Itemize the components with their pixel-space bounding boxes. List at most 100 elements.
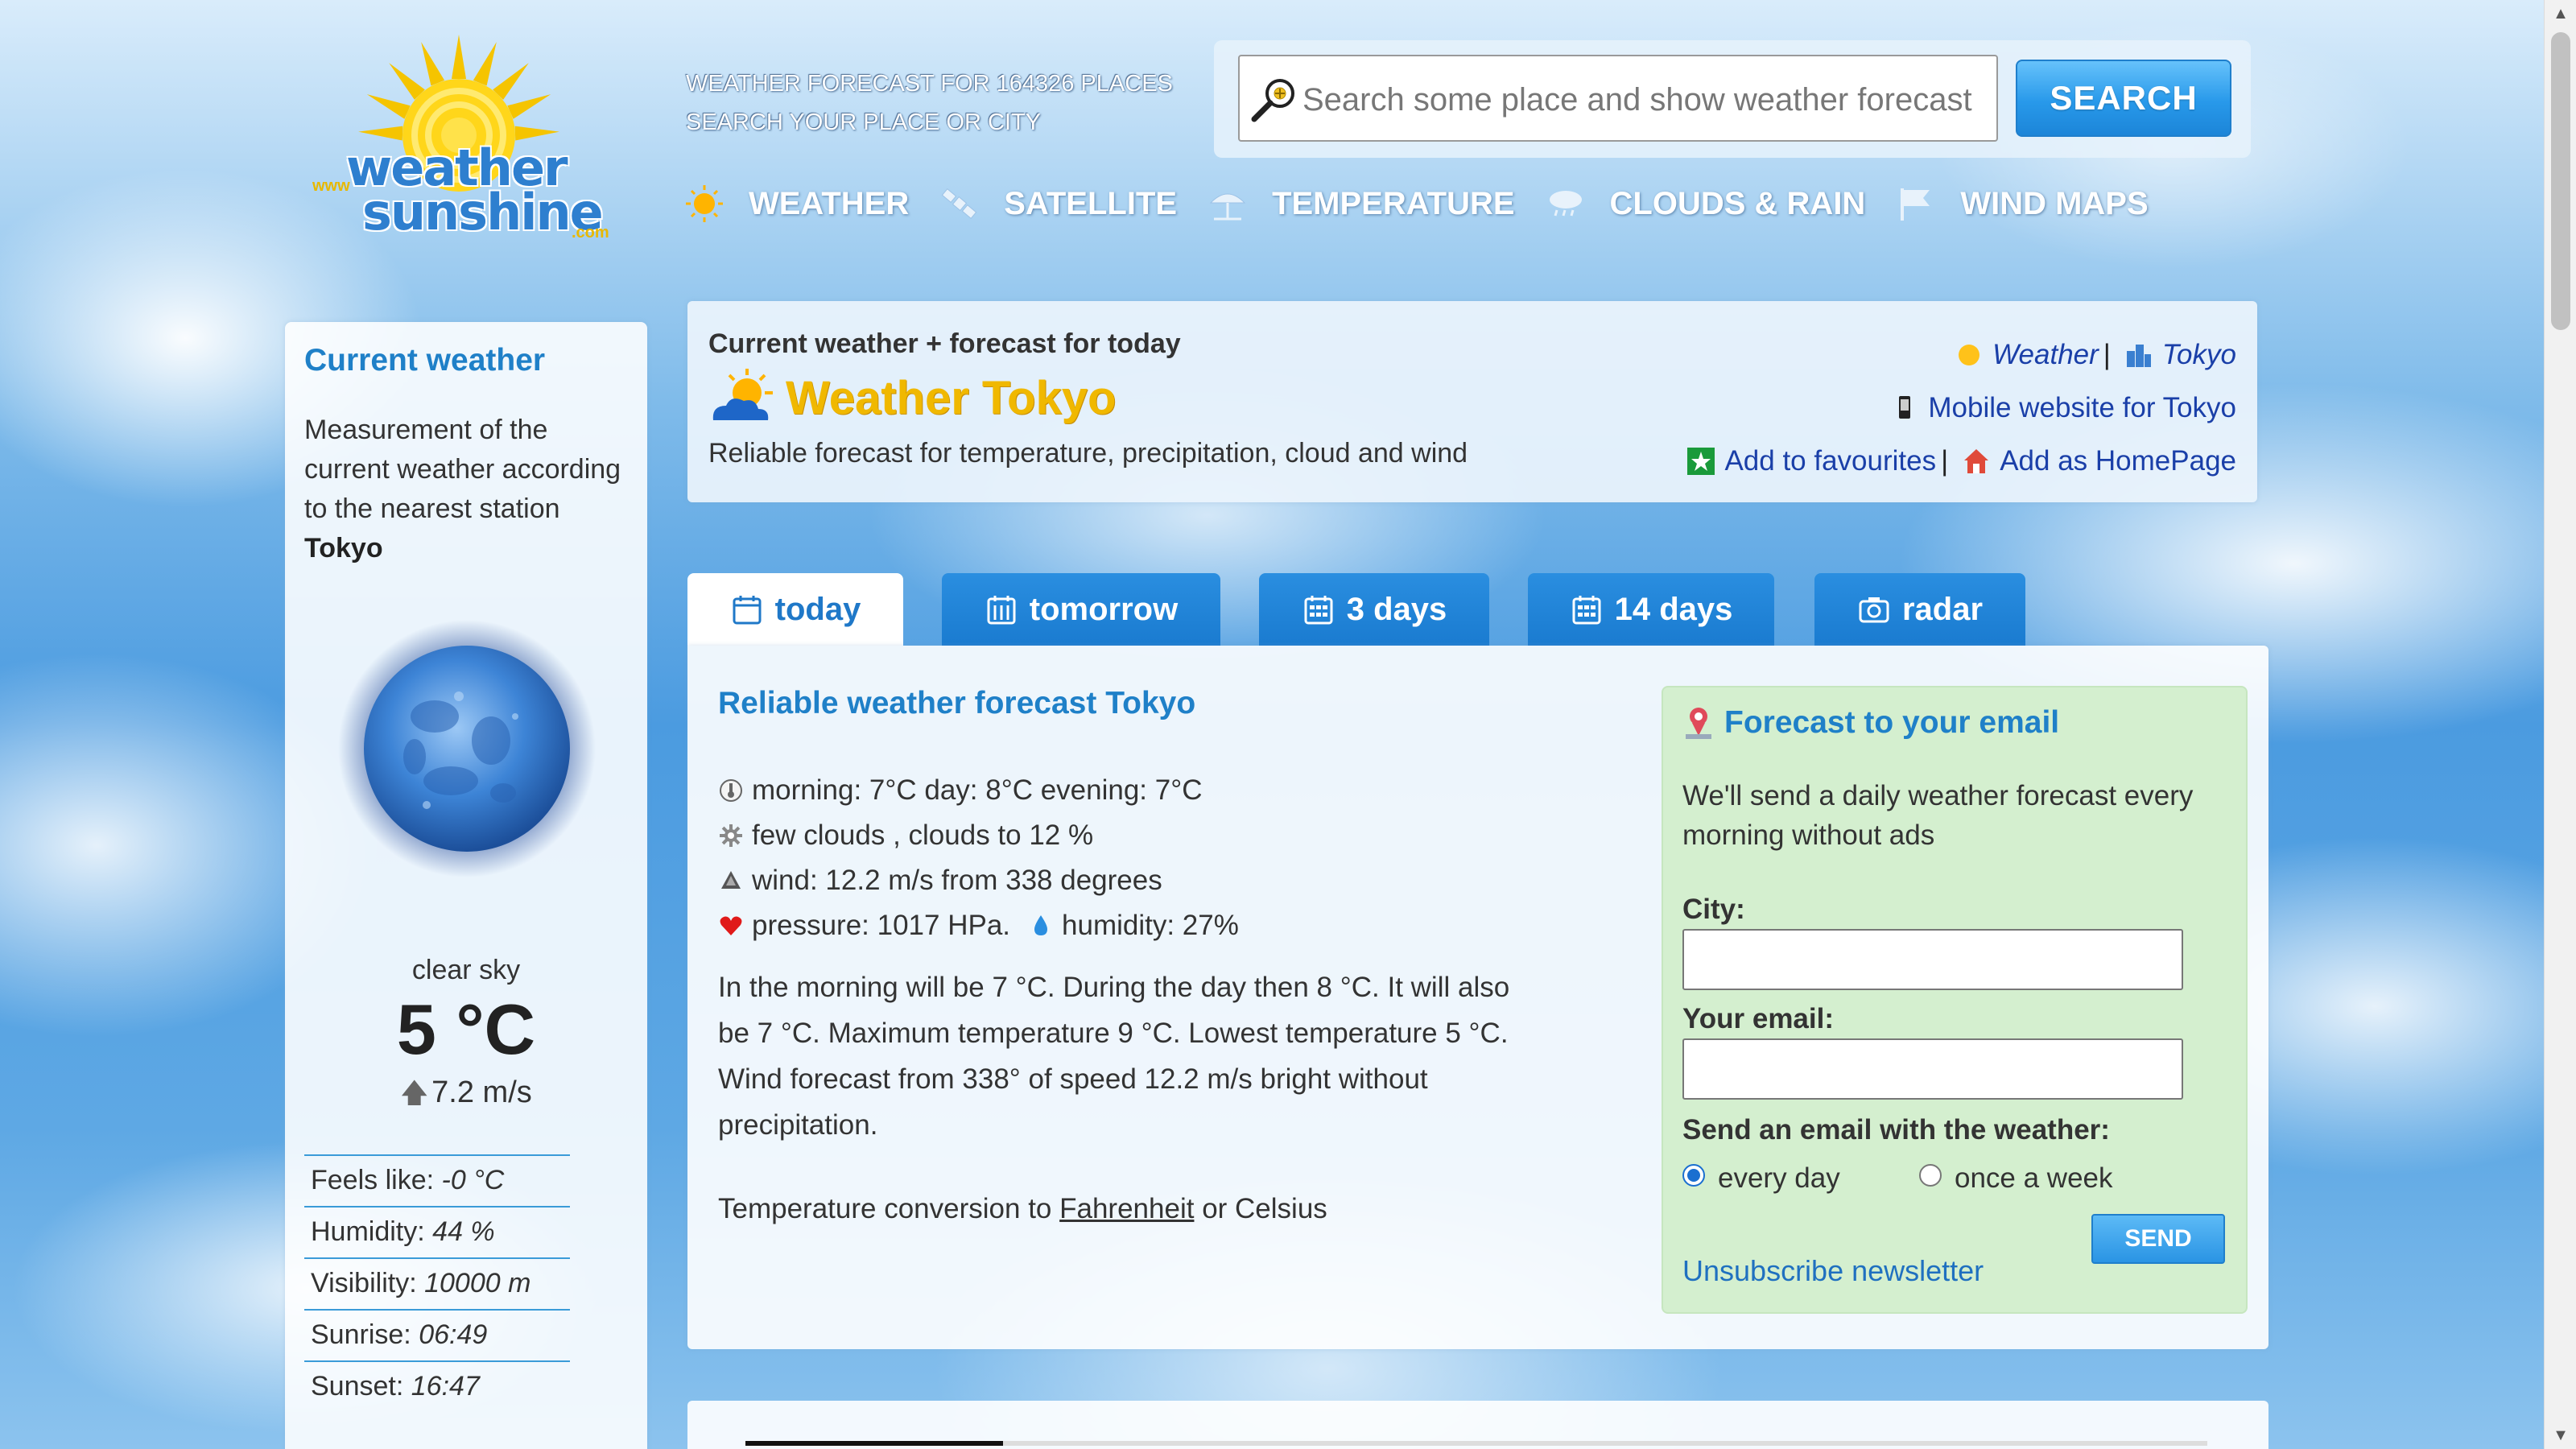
- location-header: Current weather + forecast for today Wea…: [687, 301, 2257, 502]
- site-tagline: WEATHER FORECAST FOR 164326 PLACES SEARC…: [686, 64, 1173, 142]
- scroll-up-icon[interactable]: ▲: [2545, 0, 2576, 27]
- search-icon: [1251, 79, 1294, 122]
- nav-weather-label: WEATHER: [749, 185, 910, 221]
- radio-once-a-week[interactable]: once a week: [1919, 1162, 2113, 1195]
- conversion-suffix: or Celsius: [1202, 1193, 1327, 1224]
- flag-icon: [1901, 188, 1930, 221]
- frequency-label: Send an email with the weather:: [1682, 1114, 2110, 1146]
- nav-satellite[interactable]: SATELLITE: [939, 184, 1177, 224]
- tab-3-days[interactable]: 3 days: [1259, 573, 1489, 646]
- logo-com: .com: [572, 224, 609, 242]
- email-form-title: Forecast to your email: [1724, 705, 2060, 740]
- tab-3-days-label: 3 days: [1346, 591, 1447, 627]
- forecast-details: morning: 7°C day: 8°C evening: 7°C few c…: [718, 768, 1239, 948]
- tab-today[interactable]: today: [687, 573, 903, 646]
- tab-14-days-label: 14 days: [1614, 591, 1733, 627]
- satellite-icon: [941, 188, 977, 220]
- search-input[interactable]: [1302, 76, 1987, 124]
- conversion-prefix: Temperature conversion to: [718, 1193, 1052, 1224]
- scroll-down-icon[interactable]: ▼: [2545, 1422, 2576, 1449]
- stat-label: Humidity:: [311, 1216, 425, 1247]
- city-input[interactable]: [1682, 929, 2183, 990]
- sun-icon: [686, 185, 723, 222]
- umbrella-icon: [1209, 193, 1246, 221]
- star-icon: [1687, 448, 1715, 475]
- email-forecast-form: Forecast to your email We'll send a dail…: [1662, 686, 2248, 1314]
- email-input[interactable]: [1682, 1038, 2183, 1100]
- breadcrumb-city[interactable]: Tokyo: [2162, 339, 2236, 371]
- stat-sunset: Sunset: 16:47: [304, 1360, 570, 1412]
- cloud-rain-icon: [1549, 191, 1582, 217]
- links-separator: |: [1941, 445, 1949, 477]
- forecast-pressure-text: pressure: 1017 HPa.: [752, 910, 1011, 941]
- search-button[interactable]: SEARCH: [2016, 60, 2231, 137]
- stat-visibility: Visibility: 10000 m: [304, 1257, 570, 1309]
- tagline-line1: WEATHER FORECAST FOR 164326 PLACES: [686, 71, 1173, 97]
- nav-wind-maps[interactable]: WIND MAPS: [1896, 184, 2149, 224]
- city-label: City:: [1682, 894, 1745, 925]
- tab-radar[interactable]: radar: [1814, 573, 2025, 646]
- scrollbar-thumb[interactable]: [2551, 32, 2570, 330]
- forecast-pressure-humidity: pressure: 1017 HPa. humidity: 27%: [718, 903, 1239, 948]
- heart-icon: [720, 916, 742, 935]
- breadcrumb-weather[interactable]: Weather: [1992, 339, 2099, 371]
- site-logo[interactable]: www weather sunshine .com: [306, 23, 620, 256]
- forecast-temps: morning: 7°C day: 8°C evening: 7°C: [718, 768, 1239, 813]
- header-links: Weather | Tokyo Mobile website for Tokyo…: [1678, 328, 2236, 488]
- wind-sail-icon: [721, 871, 741, 889]
- sun-icon: [1959, 345, 1980, 365]
- mobile-link-row: Mobile website for Tokyo: [1678, 382, 2236, 435]
- forecast-wind: wind: 12.2 m/s from 338 degrees: [718, 858, 1239, 903]
- tab-tomorrow-label: tomorrow: [1029, 591, 1179, 627]
- nav-weather[interactable]: WEATHER: [684, 184, 909, 224]
- radio-every-day-label: every day: [1718, 1162, 1840, 1194]
- radio-every-day-dot[interactable]: [1682, 1164, 1705, 1187]
- radio-once-a-week-dot[interactable]: [1919, 1164, 1942, 1187]
- email-form-header: Forecast to your email: [1682, 705, 2059, 741]
- stat-value: 06:49: [419, 1319, 488, 1350]
- forecast-humidity-text: humidity: 27%: [1062, 910, 1239, 941]
- page-title-row: Weather Tokyo: [708, 369, 1116, 427]
- send-button[interactable]: SEND: [2091, 1214, 2225, 1264]
- radio-every-day[interactable]: every day: [1682, 1162, 1840, 1195]
- radio-once-a-week-label: once a week: [1955, 1162, 2113, 1194]
- current-wind: 🡅 7.2 m/s: [285, 1074, 647, 1120]
- forecast-temps-text: morning: 7°C day: 8°C evening: 7°C: [752, 774, 1203, 806]
- stat-value: -0 °C: [441, 1165, 505, 1195]
- fahrenheit-link[interactable]: Fahrenheit: [1059, 1193, 1194, 1224]
- search-field[interactable]: [1238, 55, 1998, 142]
- add-favourites-link[interactable]: Add to favourites: [1724, 445, 1936, 477]
- page-title: Weather Tokyo: [786, 371, 1117, 424]
- add-homepage-link[interactable]: Add as HomePage: [2000, 445, 2236, 477]
- logo-sunshine: sunshine: [362, 183, 604, 242]
- city-buildings-icon: [2126, 345, 2151, 367]
- breadcrumb-separator: |: [2103, 339, 2111, 370]
- sidebar-station: Tokyo: [304, 533, 383, 564]
- tab-tomorrow[interactable]: tomorrow: [942, 573, 1220, 646]
- stat-humidity: Humidity: 44 %: [304, 1206, 570, 1257]
- stat-value: 44 %: [432, 1216, 495, 1247]
- gear-icon: [720, 824, 742, 847]
- logo-www: www: [312, 177, 350, 195]
- page-scrollbar[interactable]: ▲ ▼: [2544, 0, 2576, 1449]
- unsubscribe-link[interactable]: Unsubscribe newsletter: [1682, 1254, 1984, 1288]
- forecast-summary: In the morning will be 7 °C. During the …: [718, 972, 1510, 1141]
- thermometer-icon: [720, 779, 742, 802]
- calendar-icon: [1572, 596, 1601, 625]
- current-temperature: 5 °C: [396, 989, 536, 1069]
- forecast-clouds: few clouds , clouds to 12 %: [718, 813, 1239, 858]
- forecast-clouds-text: few clouds , clouds to 12 %: [752, 819, 1094, 851]
- sidebar-title: Current weather: [304, 343, 546, 378]
- nav-satellite-label: SATELLITE: [1004, 185, 1178, 221]
- calendar-icon: [1304, 596, 1333, 625]
- tagline-line2: SEARCH YOUR PLACE OR CITY: [686, 109, 1042, 135]
- calendar-icon: [987, 596, 1016, 625]
- sun-cloud-icon: [712, 369, 773, 420]
- mobile-website-link[interactable]: Mobile website for Tokyo: [1928, 392, 2236, 424]
- sidebar-desc-text: Measurement of the current weather accor…: [304, 415, 621, 524]
- tab-14-days[interactable]: 14 days: [1528, 573, 1774, 646]
- temperature-conversion: Temperature conversion to Fahrenheit or …: [718, 1193, 1327, 1225]
- moon-icon: [338, 620, 596, 877]
- nav-temperature[interactable]: TEMPERATURE: [1208, 184, 1515, 224]
- nav-clouds-rain[interactable]: CLOUDS & RAIN: [1546, 184, 1865, 224]
